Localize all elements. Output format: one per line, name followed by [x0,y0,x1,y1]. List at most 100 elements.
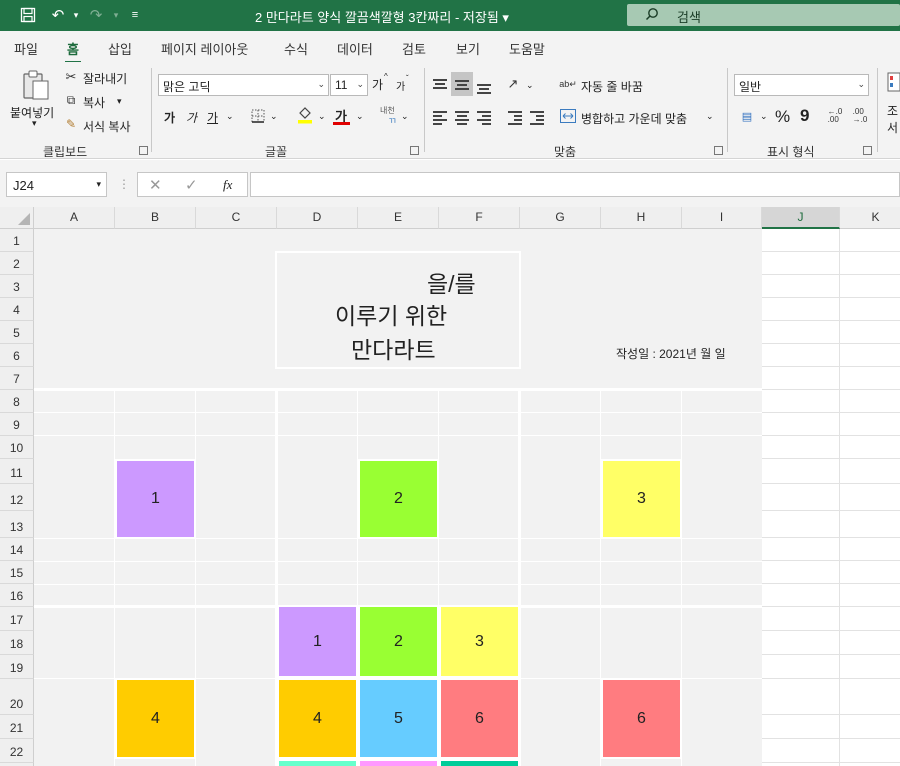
wrap-text-button[interactable]: 자동 줄 바꿈 [581,78,643,95]
tab-data[interactable]: 데이터 [337,39,373,58]
row-header-12[interactable]: 12 [0,484,34,511]
number-launcher-icon[interactable] [863,146,872,155]
conditional-format-label-2[interactable]: 서 [887,119,898,136]
merge-center-button[interactable]: 병합하고 가운데 맞춤 [581,110,687,127]
merge-dropdown-icon[interactable]: ⌄ [706,111,714,122]
paste-dropdown-icon[interactable]: ▾ [32,118,37,129]
border-icon[interactable] [250,108,266,124]
row-header-3[interactable]: 3 [0,275,34,298]
undo-icon[interactable]: ↶ [48,5,68,25]
align-center-icon[interactable] [455,111,469,125]
row-header-2[interactable]: 2 [0,252,34,275]
percent-button[interactable]: % [775,107,790,127]
redo-icon[interactable]: ↷ [86,5,106,25]
document-title[interactable]: 2 만다라트 양식 깔끔색깔형 3칸짜리 - 저장됨 ▾ [255,7,509,26]
tab-page-layout[interactable]: 페이지 레이아웃 [161,39,248,58]
decrease-indent-icon[interactable] [508,111,522,125]
save-icon[interactable] [18,5,38,25]
mandalart-box[interactable]: 3 [439,605,520,678]
row-header-21[interactable]: 21 [0,715,34,739]
mandalart-box[interactable]: 2 [358,605,439,678]
row-header-14[interactable]: 14 [0,538,34,561]
insert-function-icon[interactable]: fx [223,177,232,193]
cut-icon[interactable]: ✂ [64,69,78,84]
mandalart-box[interactable] [358,759,439,766]
row-header-8[interactable]: 8 [0,390,34,413]
search-box[interactable]: 검색 [627,4,900,26]
decrease-decimal-icon[interactable]: .00 →.0 [851,108,869,124]
align-top-icon[interactable] [433,79,447,91]
row-header-11[interactable]: 11 [0,459,34,484]
row-header-7[interactable]: 7 [0,367,34,390]
row-header-10[interactable]: 10 [0,436,34,459]
grow-font-button[interactable]: 가 [372,76,383,93]
mandalart-box[interactable] [439,759,520,766]
column-header-j[interactable]: J [762,207,840,229]
copy-icon[interactable]: ⧉ [64,93,78,107]
comma-style-button[interactable]: 9 [800,106,809,126]
row-header-13[interactable]: 13 [0,511,34,538]
mandalart-box[interactable]: 1 [115,459,196,539]
orientation-dropdown-icon[interactable]: ⌄ [526,80,534,91]
increase-indent-icon[interactable] [530,111,544,125]
enter-icon[interactable]: ✓ [185,176,198,194]
paste-icon[interactable] [20,68,52,102]
currency-format-icon[interactable]: ▤ [738,108,756,124]
fill-color-icon[interactable] [297,106,313,124]
mandalart-box[interactable]: 5 [358,678,439,759]
mandalart-box[interactable]: 4 [115,678,196,759]
row-header-18[interactable]: 18 [0,631,34,655]
underline-button[interactable]: 가 [207,109,218,126]
tab-home[interactable]: 홈 [65,39,81,64]
currency-dropdown-icon[interactable]: ⌄ [760,111,768,122]
tab-review[interactable]: 검토 [402,39,426,58]
cut-button[interactable]: 잘라내기 [83,70,127,87]
formula-input[interactable] [250,172,900,197]
mandalart-box[interactable]: 6 [439,678,520,759]
row-header-22[interactable]: 22 [0,739,34,763]
phonetic-dropdown-icon[interactable]: ⌄ [401,111,409,122]
column-header-i[interactable]: I [682,207,762,229]
row-header-16[interactable]: 16 [0,584,34,607]
goal-title-box[interactable]: 을/를 이루기 위한 만다라트 [275,251,521,369]
fill-color-dropdown-icon[interactable]: ⌄ [318,111,326,122]
mandalart-box[interactable]: 2 [358,459,439,539]
row-header-20[interactable]: 20 [0,679,34,715]
tab-formulas[interactable]: 수식 [284,39,308,58]
column-header-f[interactable]: F [439,207,520,229]
mandalart-box[interactable] [277,759,358,766]
row-header-6[interactable]: 6 [0,344,34,367]
row-header-19[interactable]: 19 [0,655,34,679]
row-header-15[interactable]: 15 [0,561,34,584]
column-header-g[interactable]: G [520,207,601,229]
tab-help[interactable]: 도움말 [509,39,545,58]
font-color-dropdown-icon[interactable]: ⌄ [356,111,364,122]
number-format-select[interactable]: 일반 ⌄ [734,74,869,96]
border-dropdown-icon[interactable]: ⌄ [270,111,278,122]
copy-dropdown-icon[interactable]: ▾ [117,96,122,107]
copy-button[interactable]: 복사 [83,94,105,111]
merge-center-icon[interactable] [560,108,576,124]
shrink-font-button[interactable]: 가 [396,78,405,93]
column-header-h[interactable]: H [601,207,682,229]
column-header-e[interactable]: E [358,207,439,229]
mandalart-box[interactable]: 6 [601,678,682,759]
clipboard-launcher-icon[interactable] [139,146,148,155]
row-header-9[interactable]: 9 [0,413,34,436]
redo-dropdown-icon[interactable]: ▾ [106,5,126,25]
row-header-4[interactable]: 4 [0,298,34,321]
select-all-button[interactable] [0,207,34,229]
row-header-5[interactable]: 5 [0,321,34,344]
increase-decimal-icon[interactable]: ←.0.00 [826,108,844,124]
undo-dropdown-icon[interactable]: ▾ [66,5,86,25]
cancel-icon[interactable]: ✕ [149,176,162,194]
column-header-c[interactable]: C [196,207,277,229]
alignment-launcher-icon[interactable] [714,146,723,155]
align-left-icon[interactable] [433,111,447,125]
mandalart-box[interactable]: 1 [277,605,358,678]
tab-view[interactable]: 보기 [456,39,480,58]
row-header-17[interactable]: 17 [0,607,34,631]
bold-button[interactable]: 가 [164,109,175,126]
font-launcher-icon[interactable] [410,146,419,155]
format-painter-button[interactable]: 서식 복사 [83,118,131,135]
